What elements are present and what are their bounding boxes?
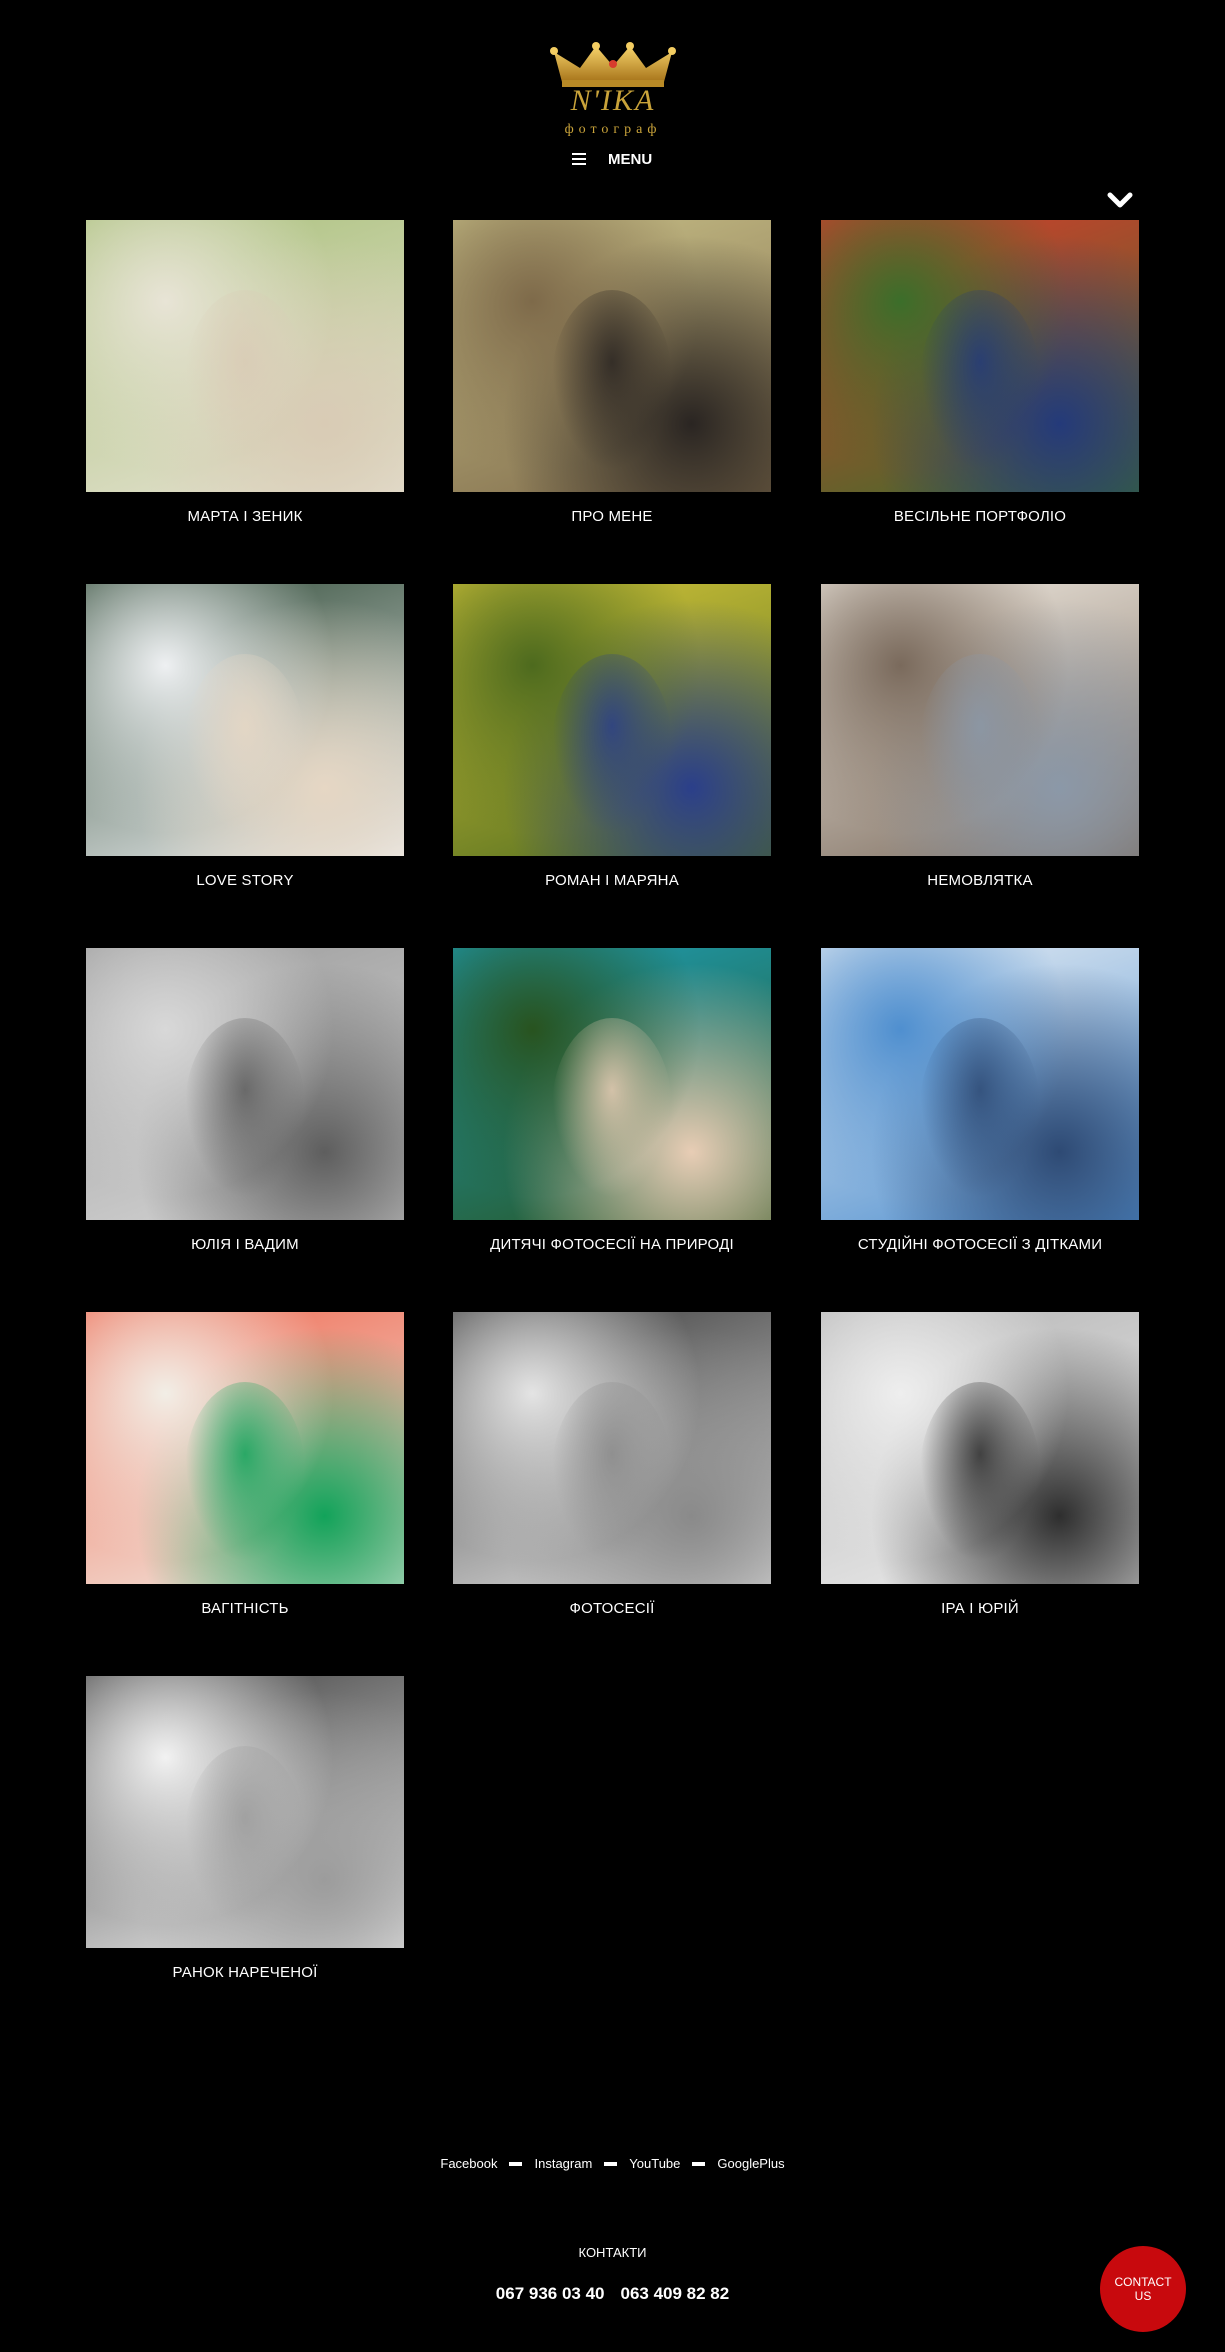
- gallery-item[interactable]: СТУДІЙНІ ФОТОСЕСІЇ З ДІТКАМИ: [821, 948, 1139, 1253]
- logo-name: N'IKA: [570, 84, 656, 117]
- photo-subject: [185, 290, 305, 470]
- photo-subject: [552, 290, 672, 470]
- gallery-thumbnail[interactable]: [86, 1676, 404, 1948]
- contact-us-label: CONTACT US: [1114, 2275, 1172, 2303]
- separator: [692, 2161, 706, 2166]
- photo-subject: [552, 1018, 672, 1198]
- gallery-caption[interactable]: РОМАН І МАРЯНА: [453, 872, 771, 889]
- instagram-link[interactable]: Instagram: [534, 2156, 592, 2171]
- contacts-title: КОНТАКТИ: [578, 2245, 647, 2260]
- gallery-caption[interactable]: ФОТОСЕСІЇ: [453, 1600, 771, 1617]
- facebook-link[interactable]: Facebook: [440, 2156, 497, 2171]
- gallery-caption[interactable]: LOVE STORY: [86, 872, 404, 889]
- crown-icon: [550, 42, 676, 87]
- photo-subject: [185, 654, 305, 834]
- social-links: Facebook Instagram YouTube GooglePlus: [0, 2156, 1225, 2171]
- gallery-thumbnail[interactable]: [821, 220, 1139, 492]
- gallery-item[interactable]: ПРО МЕНЕ: [453, 220, 771, 525]
- scroll-down-button[interactable]: [1106, 190, 1134, 212]
- gallery-caption[interactable]: ПРО МЕНЕ: [453, 508, 771, 525]
- gallery-thumbnail[interactable]: [86, 1312, 404, 1584]
- phone-numbers: 067 936 03 40 063 409 82 82: [0, 2284, 1225, 2304]
- gallery-thumbnail[interactable]: [821, 948, 1139, 1220]
- photo-subject: [552, 1382, 672, 1562]
- gallery-item[interactable]: МАРТА І ЗЕНИК: [86, 220, 404, 525]
- logo-subtitle: фотограф: [564, 122, 662, 137]
- gallery-item[interactable]: ДИТЯЧІ ФОТОСЕСІЇ НА ПРИРОДІ: [453, 948, 771, 1253]
- gallery-thumbnail[interactable]: [821, 584, 1139, 856]
- photo-subject: [920, 1018, 1040, 1198]
- photo-subject: [920, 654, 1040, 834]
- gallery-thumbnail[interactable]: [453, 220, 771, 492]
- gallery-item[interactable]: ВЕСІЛЬНЕ ПОРТФОЛІО: [821, 220, 1139, 525]
- gallery-item[interactable]: LOVE STORY: [86, 584, 404, 889]
- gallery-thumbnail[interactable]: [821, 1312, 1139, 1584]
- gallery-caption[interactable]: ВАГІТНІСТЬ: [86, 1600, 404, 1617]
- gallery-thumbnail[interactable]: [453, 948, 771, 1220]
- gallery-item[interactable]: НЕМОВЛЯТКА: [821, 584, 1139, 889]
- gallery-item[interactable]: РАНОК НАРЕЧЕНОЇ: [86, 1676, 404, 1981]
- menu-label: MENU: [608, 150, 653, 168]
- gallery-caption[interactable]: ВЕСІЛЬНЕ ПОРТФОЛІО: [821, 508, 1139, 525]
- gallery-caption[interactable]: МАРТА І ЗЕНИК: [86, 508, 404, 525]
- gallery-caption[interactable]: ЮЛІЯ І ВАДИМ: [86, 1236, 404, 1253]
- googleplus-link[interactable]: GooglePlus: [717, 2156, 784, 2171]
- gallery-item[interactable]: ВАГІТНІСТЬ: [86, 1312, 404, 1617]
- photo-subject: [185, 1382, 305, 1562]
- youtube-link[interactable]: YouTube: [629, 2156, 680, 2171]
- photo-subject: [185, 1018, 305, 1198]
- gallery-caption[interactable]: РАНОК НАРЕЧЕНОЇ: [86, 1964, 404, 1981]
- gallery-thumbnail[interactable]: [453, 584, 771, 856]
- separator: [509, 2161, 523, 2166]
- chevron-down-icon: [1107, 192, 1133, 208]
- logo[interactable]: N'IKA фотограф: [540, 42, 686, 142]
- photo-subject: [920, 290, 1040, 470]
- photo-subject: [185, 1746, 305, 1926]
- phone-number-2[interactable]: 063 409 82 82: [621, 2284, 730, 2304]
- hamburger-icon: [572, 153, 586, 165]
- gallery-caption[interactable]: НЕМОВЛЯТКА: [821, 872, 1139, 889]
- phone-number-1[interactable]: 067 936 03 40: [496, 2284, 605, 2304]
- gallery-item[interactable]: ІРА І ЮРІЙ: [821, 1312, 1139, 1617]
- menu-button[interactable]: MENU: [572, 148, 652, 170]
- gallery-item[interactable]: РОМАН І МАРЯНА: [453, 584, 771, 889]
- separator: [604, 2161, 618, 2166]
- gallery-caption[interactable]: ІРА І ЮРІЙ: [821, 1600, 1139, 1617]
- gallery-caption[interactable]: СТУДІЙНІ ФОТОСЕСІЇ З ДІТКАМИ: [821, 1236, 1139, 1253]
- gallery-thumbnail[interactable]: [86, 948, 404, 1220]
- gallery-caption[interactable]: ДИТЯЧІ ФОТОСЕСІЇ НА ПРИРОДІ: [453, 1236, 771, 1253]
- contact-us-button[interactable]: CONTACT US: [1100, 2246, 1186, 2332]
- gallery-item[interactable]: ЮЛІЯ І ВАДИМ: [86, 948, 404, 1253]
- gallery-thumbnail[interactable]: [86, 220, 404, 492]
- gallery-item[interactable]: ФОТОСЕСІЇ: [453, 1312, 771, 1617]
- gallery-thumbnail[interactable]: [453, 1312, 771, 1584]
- photo-subject: [552, 654, 672, 834]
- gallery-thumbnail[interactable]: [86, 584, 404, 856]
- photo-subject: [920, 1382, 1040, 1562]
